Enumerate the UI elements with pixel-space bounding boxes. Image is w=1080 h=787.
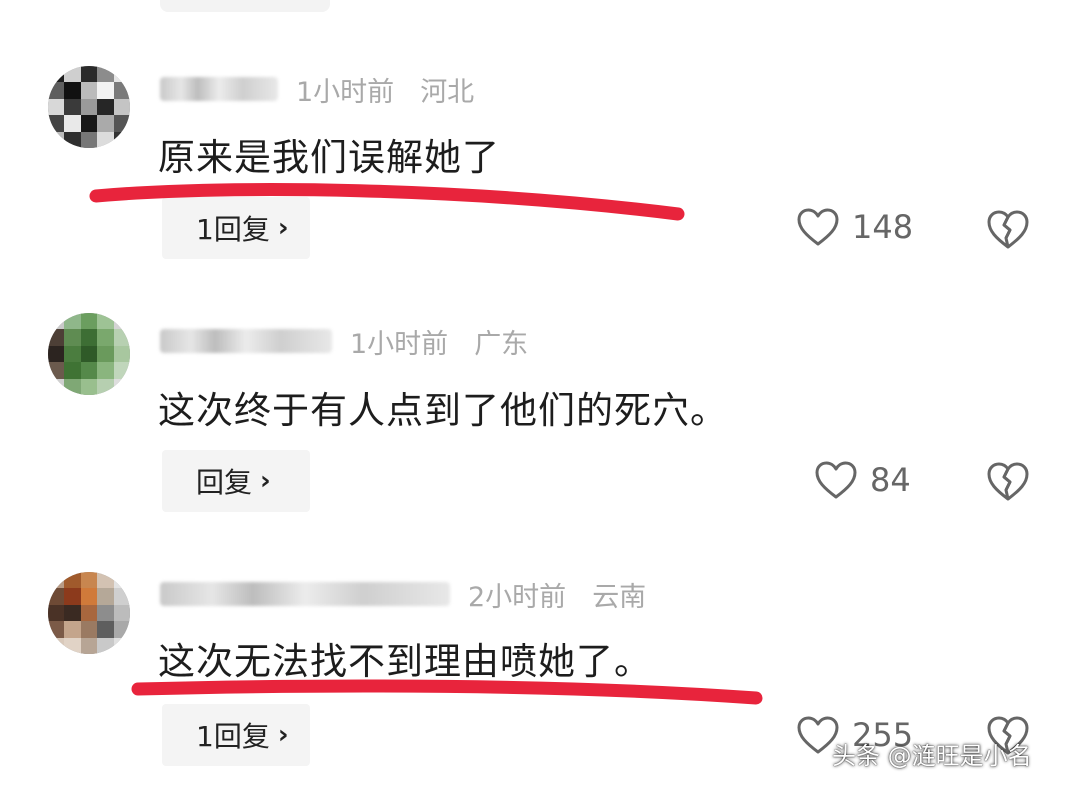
blurred-username [160, 77, 278, 101]
avatar[interactable] [48, 313, 130, 395]
comment-text: 这次无法找不到理由喷她了。 [158, 640, 652, 683]
like-button[interactable]: 84 [814, 457, 911, 503]
comment-text: 原来是我们误解她了 [158, 136, 500, 179]
heart-outline-icon [815, 461, 857, 499]
underline-comment-3 [131, 679, 763, 705]
comment-location: 云南 [592, 581, 647, 613]
comment-location: 河北 [420, 76, 475, 108]
comment-location: 广东 [474, 328, 529, 360]
heart-outline-icon [797, 208, 839, 246]
reply-button[interactable]: 1回复 › [162, 197, 310, 259]
chevron-right-icon: › [277, 213, 289, 243]
avatar[interactable] [48, 572, 130, 654]
blurred-username [160, 329, 332, 353]
previous-comment-fragment [160, 0, 330, 12]
comment-time: 2小时前 [468, 581, 567, 613]
watermark: 头条 @涟旺是小名 [832, 742, 1032, 770]
chevron-right-icon: › [260, 466, 271, 496]
comment-meta: 1小时前 河北 [160, 72, 475, 108]
chevron-right-icon: › [277, 720, 289, 750]
like-count: 84 [870, 461, 911, 499]
like-button[interactable]: 148 [796, 204, 913, 250]
reply-label: 回复 [196, 466, 253, 499]
broken-heart-icon[interactable] [985, 458, 1031, 504]
reply-button[interactable]: 1回复 › [162, 704, 310, 766]
comment-meta: 2小时前 云南 [160, 577, 647, 613]
reply-label: 1回复 [196, 213, 270, 246]
comment-meta: 1小时前 广东 [160, 324, 529, 360]
comment-time: 1小时前 [296, 76, 395, 108]
comment-text: 这次终于有人点到了他们的死穴。 [158, 389, 728, 432]
reply-button[interactable]: 回复 › [162, 450, 310, 512]
like-count: 148 [852, 208, 914, 246]
broken-heart-icon[interactable] [985, 206, 1031, 252]
avatar[interactable] [48, 66, 130, 148]
blurred-username [160, 582, 450, 606]
comment-time: 1小时前 [350, 328, 449, 360]
reply-label: 1回复 [196, 720, 270, 753]
